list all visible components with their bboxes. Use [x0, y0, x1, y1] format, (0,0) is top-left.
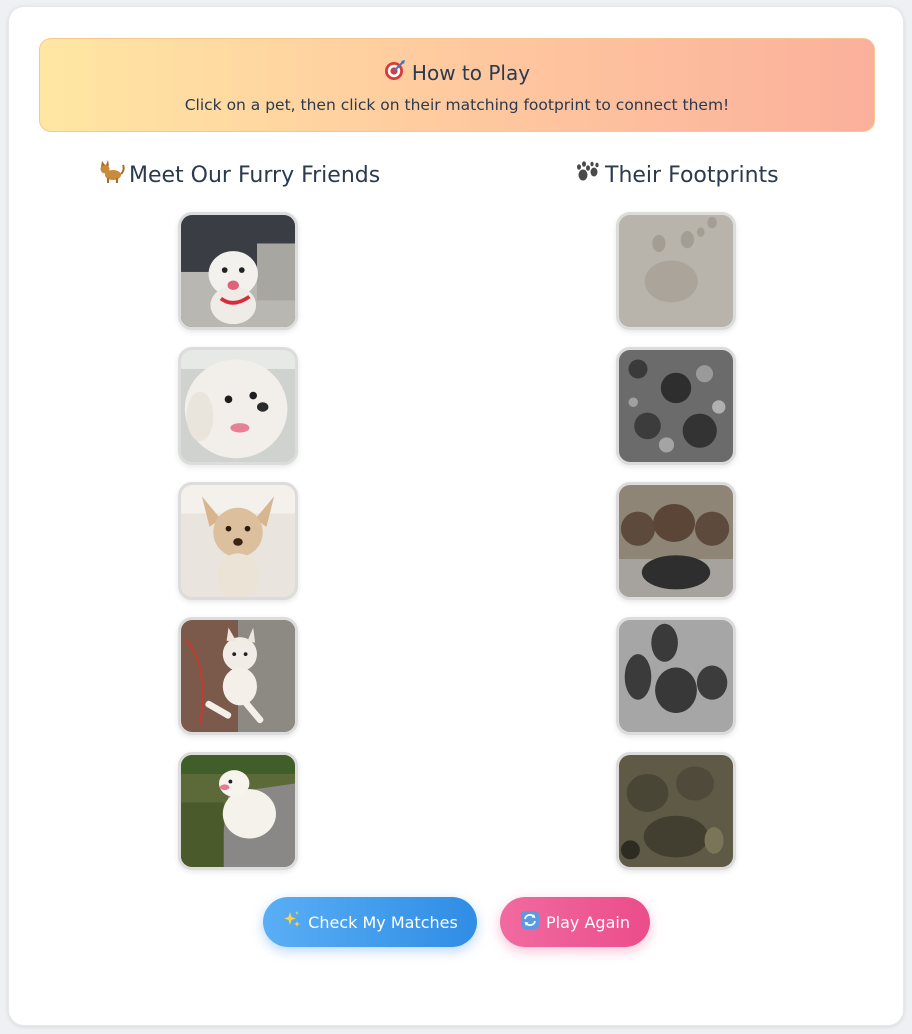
- pet-photo-5: [181, 755, 295, 867]
- footprint-card-1[interactable]: [616, 212, 736, 330]
- paw-icon: [575, 160, 601, 190]
- target-icon: [384, 59, 406, 86]
- play-again-button[interactable]: Play Again: [500, 897, 650, 947]
- how-to-play-heading: How to Play: [40, 59, 874, 86]
- check-matches-button[interactable]: Check My Matches: [263, 897, 477, 947]
- pet-card-4[interactable]: [178, 617, 298, 735]
- footprint-card-5[interactable]: [616, 752, 736, 870]
- footprint-photo-5: [619, 755, 733, 867]
- footprint-card-3[interactable]: [616, 482, 736, 600]
- pet-card-3[interactable]: [178, 482, 298, 600]
- footprint-photo-4: [619, 620, 733, 732]
- footprint-card-2[interactable]: [616, 347, 736, 465]
- pet-photo-3: [181, 485, 295, 597]
- cat-icon: [99, 160, 125, 190]
- check-matches-label: Check My Matches: [308, 912, 458, 932]
- pet-photo-2: [181, 350, 295, 462]
- play-again-label: Play Again: [546, 912, 630, 932]
- footprints-heading: Their Footprints: [575, 160, 779, 190]
- refresh-icon: [520, 910, 540, 934]
- pet-card-2[interactable]: [178, 347, 298, 465]
- pets-heading-label: Meet Our Furry Friends: [129, 162, 381, 188]
- sparkles-icon: [282, 910, 302, 934]
- footprints-heading-label: Their Footprints: [605, 162, 779, 188]
- game-card: How to Play Click on a pet, then click o…: [8, 6, 904, 1026]
- pet-card-1[interactable]: [178, 212, 298, 330]
- pets-heading: Meet Our Furry Friends: [99, 160, 380, 190]
- footprint-card-4[interactable]: [616, 617, 736, 735]
- how-to-play-title: How to Play: [411, 60, 531, 85]
- pet-photo-4: [181, 620, 295, 732]
- pet-photo-1: [181, 215, 295, 327]
- footprint-photo-1: [619, 215, 733, 327]
- pet-card-5[interactable]: [178, 752, 298, 870]
- footprint-photo-2: [619, 350, 733, 462]
- footprint-photo-3: [619, 485, 733, 597]
- how-to-play-panel: How to Play Click on a pet, then click o…: [39, 38, 875, 132]
- how-to-play-instructions: Click on a pet, then click on their matc…: [184, 96, 730, 114]
